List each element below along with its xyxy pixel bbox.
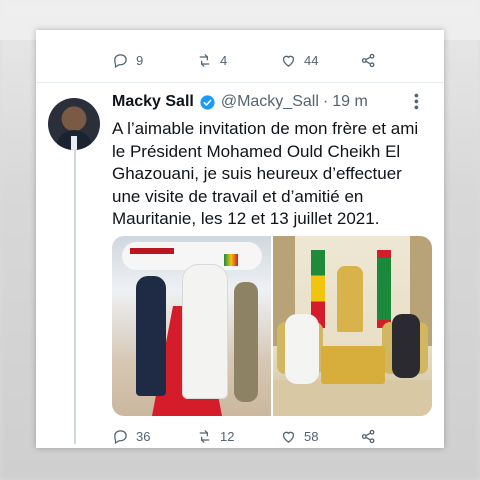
previous-retweet-button[interactable]: 4 [196,52,227,69]
share-button[interactable] [360,428,384,445]
tweet-text: A l’aimable invitation de mon frère et a… [112,119,419,228]
photo-figure-suit [136,276,166,396]
previous-share-button[interactable] [360,52,384,69]
more-options-icon[interactable]: ••• [409,93,425,111]
photo-table [321,346,385,384]
author-avatar[interactable] [48,98,100,150]
previous-like-button[interactable]: 44 [280,52,318,69]
photo-flag-mauritania [377,250,391,328]
reply-button[interactable]: 36 [112,428,150,445]
reply-icon [114,430,127,445]
author-name[interactable]: Macky Sall [112,93,194,111]
verified-badge-icon [200,94,215,110]
like-button[interactable]: 58 [280,428,318,445]
tweet-header: Macky Sall @Macky_Sall · 19 m [112,93,368,111]
photo-figure-right [392,314,420,378]
share-icon [361,53,375,68]
photo-arrival[interactable] [112,236,271,416]
retweet-button[interactable]: 12 [196,428,234,445]
photo-meeting[interactable] [273,236,432,416]
header-separator: · [322,93,329,110]
previous-reply-button[interactable]: 9 [112,52,143,69]
retweet-icon [199,54,210,67]
tweet-time[interactable]: 19 m [332,93,368,111]
tweet-divider [36,82,444,83]
tweet-actions: 36 12 58 [36,428,444,448]
heart-icon [282,431,295,443]
like-count: 58 [304,429,319,444]
previous-tweet-actions: 9 4 44 [36,52,444,74]
reply-icon [114,54,127,69]
retweet-count: 12 [220,429,235,444]
avatar-shirt [71,136,77,150]
previous-retweet-count: 4 [220,53,228,68]
photo-figure-left [285,314,319,384]
heart-icon [282,55,295,67]
photo-golden-clock [337,266,363,332]
previous-like-count: 44 [304,53,319,68]
retweet-icon [199,430,210,443]
photo-figure-uniform [234,282,258,402]
author-handle[interactable]: @Macky_Sall [221,93,319,111]
share-icon [361,429,375,444]
thread-line [74,150,76,444]
reply-count: 36 [136,429,151,444]
tweet-media [112,236,432,416]
photo-flag [224,254,238,266]
photo-figure-white-robe [182,264,228,399]
previous-reply-count: 9 [136,53,144,68]
tweet-card: 9 4 44 Macky Sall @Macky_Sall · 19 m •••… [36,30,444,448]
photo-floor [273,380,432,416]
